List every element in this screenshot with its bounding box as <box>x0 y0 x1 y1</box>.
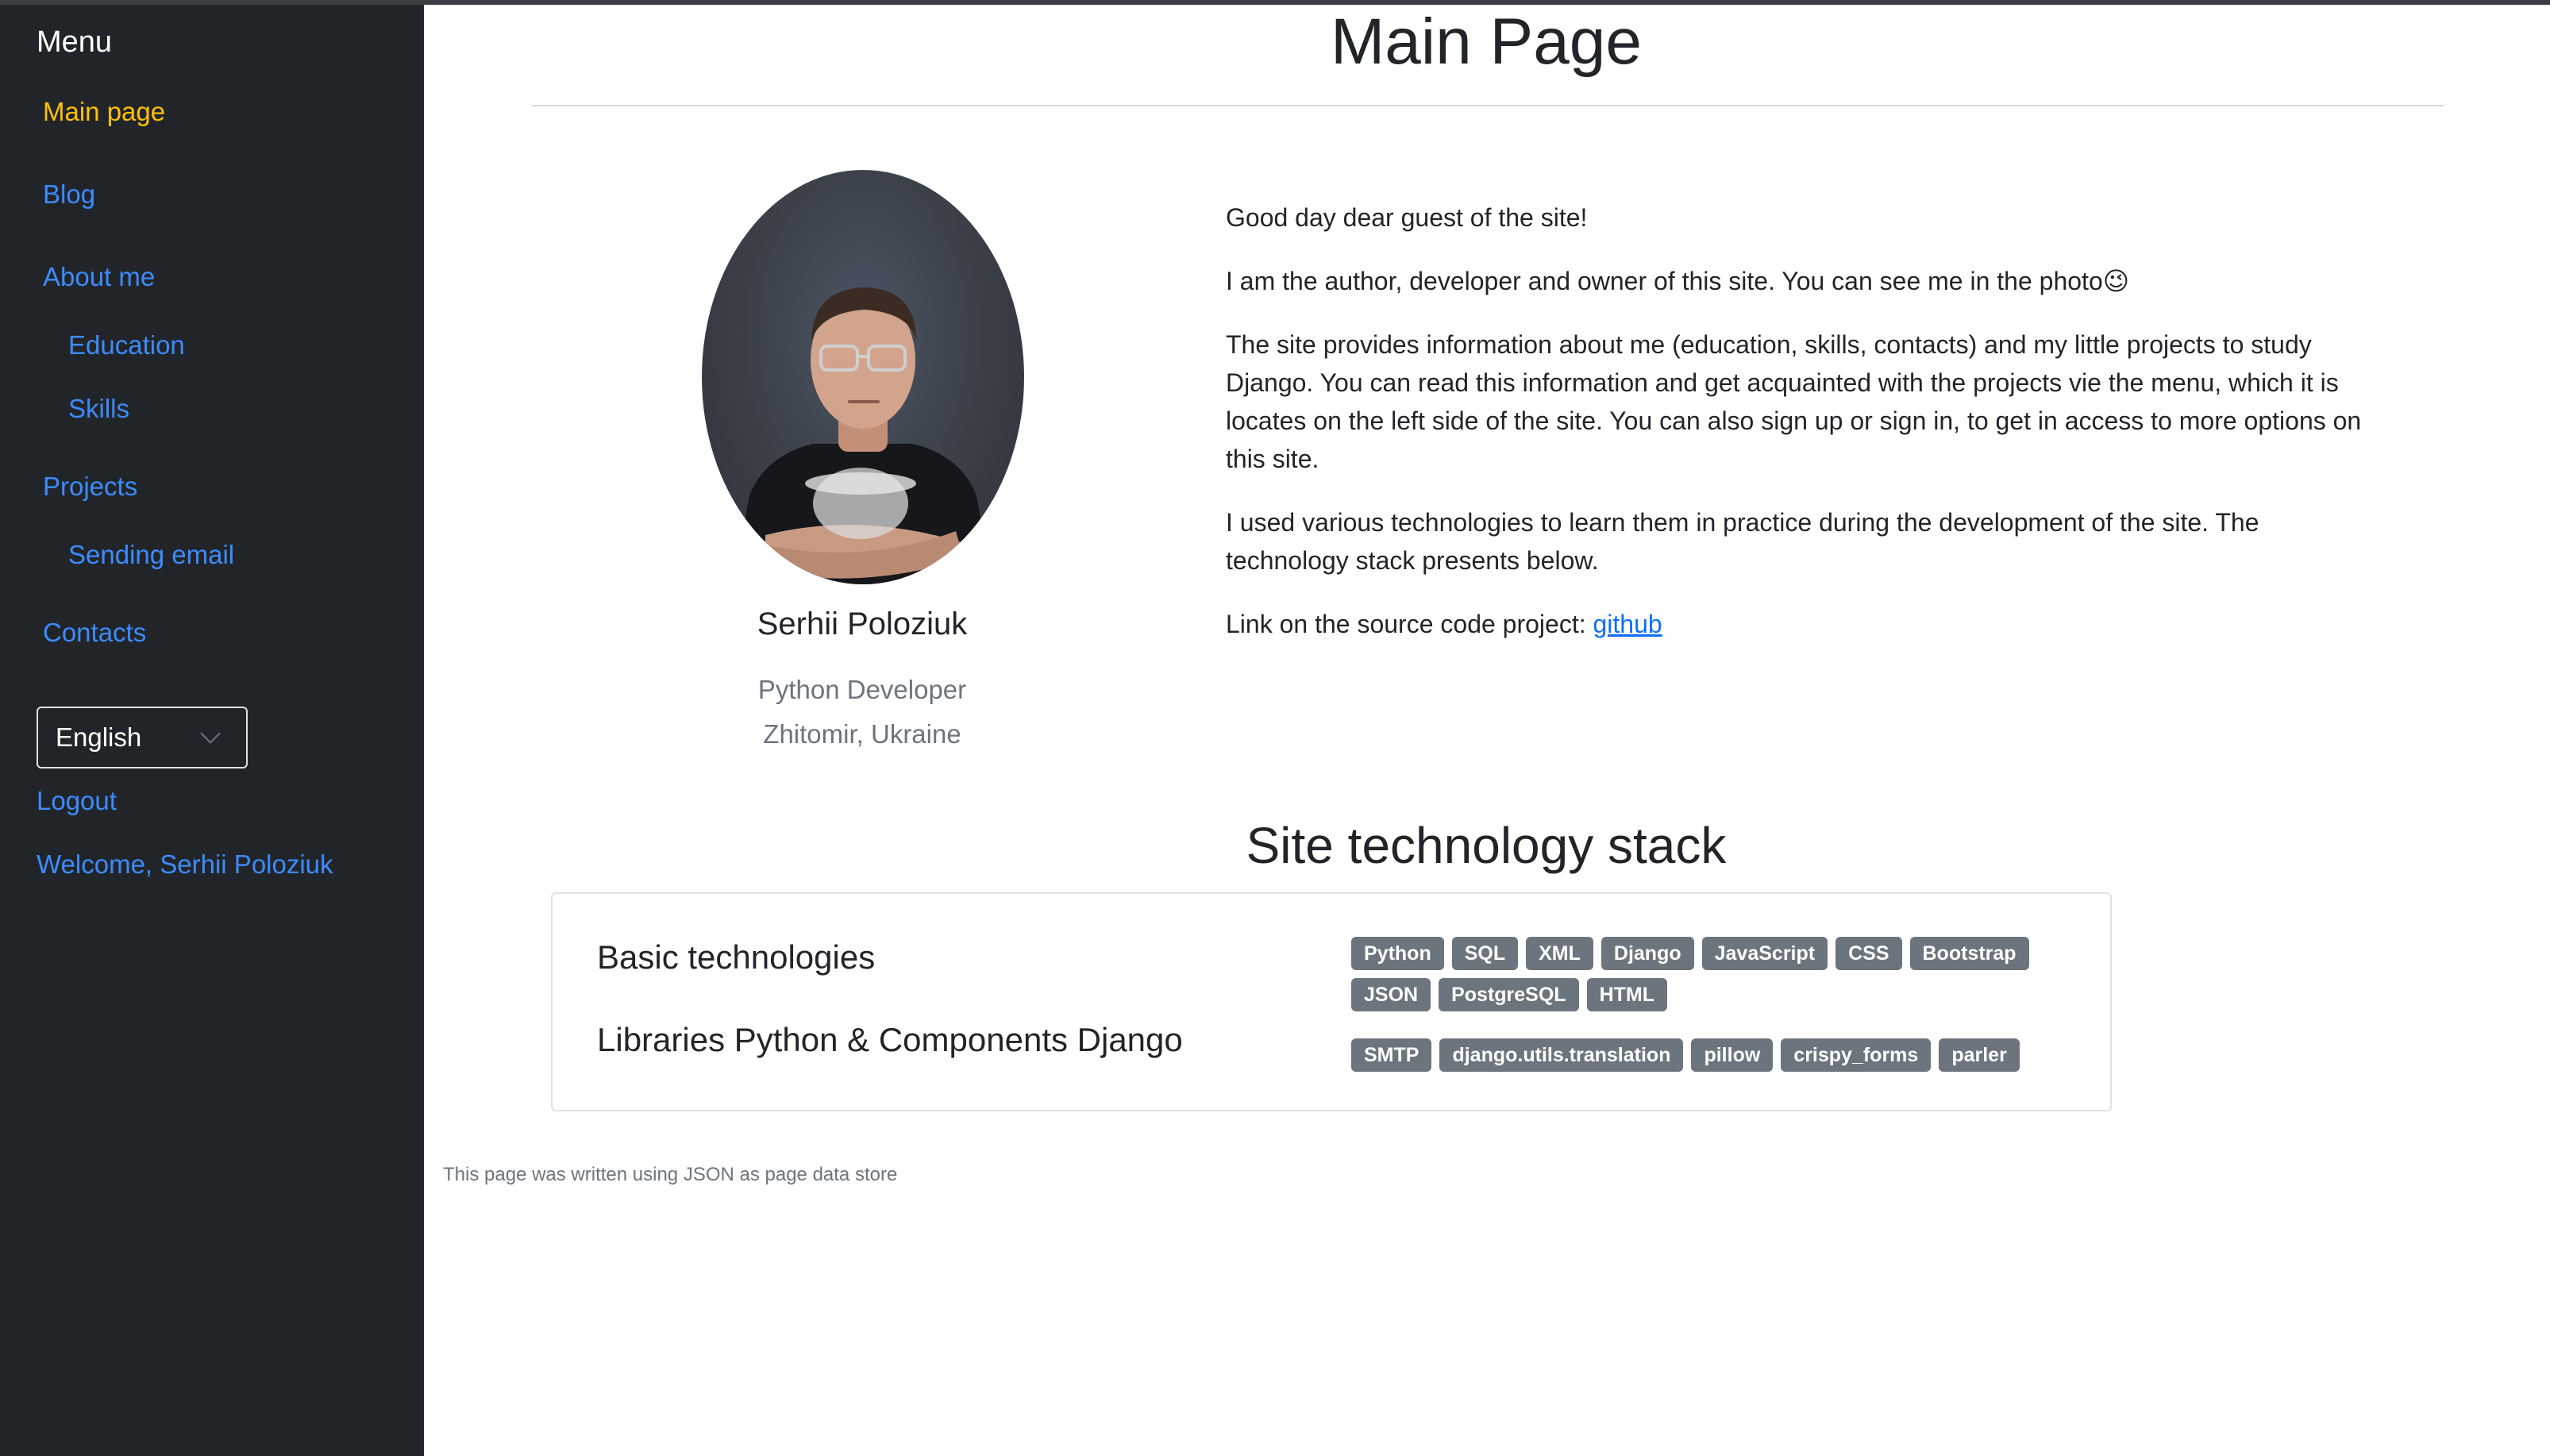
badge: Python <box>1351 937 1444 970</box>
badge: django.utils.translation <box>1439 1038 1684 1072</box>
logout-link[interactable]: Logout <box>37 786 117 816</box>
profile-name: Serhii Poloziuk <box>757 607 968 641</box>
intro-author: I am the author, developer and owner of … <box>1226 267 2130 295</box>
sidebar: Menu Main page Blog About me Education S… <box>0 5 424 1456</box>
chevron-down-icon <box>200 723 221 744</box>
badge: SMTP <box>1351 1038 1432 1072</box>
sidebar-item-skills[interactable]: Skills <box>68 394 129 424</box>
badge: pillow <box>1691 1038 1774 1072</box>
stack-row-label-basic: Basic technologies <box>597 938 876 976</box>
sidebar-item-projects[interactable]: Projects <box>43 472 137 502</box>
footer-note: This page was written using JSON as page… <box>443 1164 898 1185</box>
badge: JSON <box>1351 978 1431 1011</box>
badge: XML <box>1526 937 1593 970</box>
badge: parler <box>1939 1038 2020 1072</box>
source-link-prefix: Link on the source code project: <box>1226 610 1593 638</box>
intro-technologies: I used various technologies to learn the… <box>1226 508 2259 575</box>
profile-role: Python Developer <box>757 675 967 704</box>
intro-site-info: The site provides information about me (… <box>1226 330 2362 473</box>
badge: CSS <box>1835 937 1902 970</box>
person-photo-illustration <box>734 287 992 584</box>
intro-source-link-line: Link on the source code project: github <box>1226 605 2385 643</box>
github-link[interactable]: github <box>1593 610 1662 638</box>
sidebar-item-blog[interactable]: Blog <box>43 179 95 210</box>
welcome-user-link[interactable]: Welcome, Serhii Poloziuk <box>37 849 333 880</box>
profile-location: Zhitomir, Ukraine <box>763 719 961 749</box>
page-title: Main Page <box>1330 6 1643 78</box>
stack-row-label-libraries: Libraries Python & Components Django <box>597 1021 1183 1058</box>
sidebar-item-about-me[interactable]: About me <box>43 262 155 292</box>
language-select[interactable]: English <box>37 707 248 768</box>
menu-title: Menu <box>37 25 113 59</box>
sidebar-item-contacts[interactable]: Contacts <box>43 618 146 648</box>
badge: Bootstrap <box>1909 937 2029 970</box>
sidebar-item-sending-email[interactable]: Sending email <box>68 540 234 570</box>
badge: HTML <box>1586 978 1667 1011</box>
sidebar-item-education[interactable]: Education <box>68 330 185 360</box>
badge: JavaScript <box>1701 937 1828 970</box>
badge: SQL <box>1451 937 1519 970</box>
intro-greeting: Good day dear guest of the site! <box>1226 203 1588 232</box>
intro-text: Good day dear guest of the site! I am th… <box>1226 198 2385 668</box>
profile-photo <box>702 170 1024 584</box>
language-select-value: English <box>56 722 142 752</box>
title-divider <box>532 105 2444 106</box>
badge: Django <box>1600 937 1694 970</box>
sidebar-item-main-page[interactable]: Main page <box>43 97 165 127</box>
badge: crispy_forms <box>1781 1038 1932 1072</box>
badge-group-libraries: SMTP django.utils.translation pillow cri… <box>1351 1038 2097 1072</box>
stack-title: Site technology stack <box>1246 817 1727 874</box>
badge: PostgreSQL <box>1439 978 1579 1011</box>
badge-group-basic: Python SQL XML Django JavaScript CSS Boo… <box>1351 937 2066 1011</box>
stack-card: Basic technologies Python SQL XML Django… <box>551 892 2112 1111</box>
